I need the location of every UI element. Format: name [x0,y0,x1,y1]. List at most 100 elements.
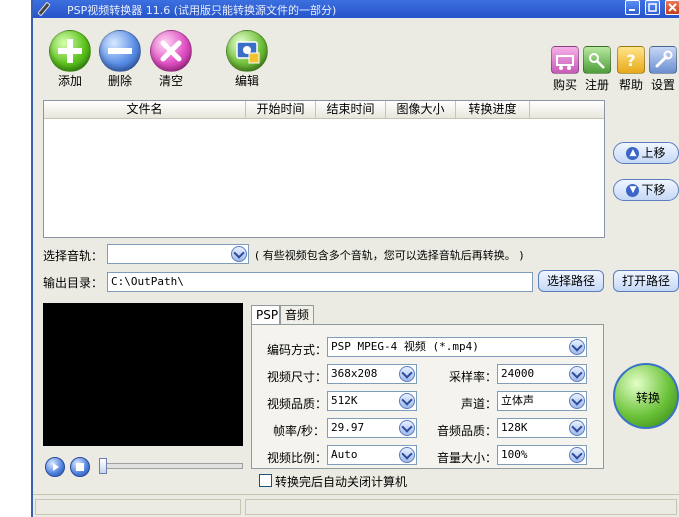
status-segment-right [245,499,677,515]
settings-panel: 编码方式： PSP MPEG-4 视频 (*.mp4) 视频尺寸： 368x20… [251,324,604,469]
clear-button[interactable]: 清空 [149,30,193,89]
stop-button[interactable] [70,457,90,477]
audio-track-select[interactable] [107,244,249,264]
column-start-time[interactable]: 开始时间 [246,101,316,118]
help-icon: ? [617,46,645,74]
audio-quality-select[interactable]: 128K [497,418,587,438]
file-list[interactable]: 文件名 开始时间 结束时间 图像大小 转换进度 [43,100,605,238]
dropdown-arrow-icon [569,366,585,382]
audio-track-label: 选择音轨： [43,249,104,263]
minus-icon [99,30,141,72]
sample-rate-value: 24000 [501,367,535,380]
tab-psp[interactable]: PSP [251,305,280,325]
aspect-label: 视频比例： [267,451,328,465]
edit-button[interactable]: 编辑 [225,30,269,89]
move-down-button[interactable]: ▼ 下移 [613,179,679,201]
shutdown-checkbox[interactable] [259,474,272,487]
wrench-icon [649,46,677,74]
desktop-strip [0,0,31,517]
video-quality-select[interactable]: 512K [327,391,417,411]
register-button[interactable]: 注册 [583,46,611,93]
aspect-select[interactable]: Auto [327,445,417,465]
status-bar [33,494,679,517]
sample-rate-label: 采样率： [449,370,498,384]
cart-icon [551,46,579,74]
video-preview [43,303,243,446]
status-segment-left [35,499,241,515]
channel-select[interactable]: 立体声 [497,391,587,411]
convert-label: 转换 [635,391,660,405]
convert-button[interactable]: 转换 [613,363,679,429]
fps-value: 29.97 [331,421,365,434]
dropdown-arrow-icon [569,393,585,409]
output-path-field[interactable]: C:\OutPath\ [107,272,533,292]
channel-label: 声道： [461,397,498,411]
close-window-button[interactable] [665,0,679,15]
video-quality-value: 512K [331,394,358,407]
encoding-value: PSP MPEG-4 视频 (*.mp4) [331,340,479,353]
settings-button[interactable]: 设置 [649,46,677,93]
client-area: 添加 删除 清空 编辑 购买 注册 ? 帮助 设置 文件名 开始时间 结束时间 … [33,18,679,517]
dropdown-arrow-icon [399,420,415,436]
tab-audio[interactable]: 音频 [280,305,314,325]
edit-label: 编辑 [234,74,259,88]
audio-track-hint: ( 有些视频包含多个音轨，您可以选择音轨后再转换。 ) [255,249,524,262]
fps-select[interactable]: 29.97 [327,418,417,438]
audio-quality-label: 音频品质： [437,424,498,438]
play-button[interactable] [45,457,65,477]
seek-track[interactable] [101,463,243,469]
volume-label: 音量大小： [437,451,498,465]
volume-select[interactable]: 100% [497,445,587,465]
encoding-select[interactable]: PSP MPEG-4 视频 (*.mp4) [327,337,587,357]
add-label: 添加 [57,74,82,88]
buy-button[interactable]: 购买 [551,46,579,93]
key-icon [583,46,611,74]
delete-button[interactable]: 删除 [98,30,142,89]
aspect-value: Auto [331,448,358,461]
help-label: 帮助 [618,78,643,92]
chevron-down-icon: ▼ [626,184,640,197]
app-window: PSP视频转换器 11.6 (试用版只能转换源文件的一部分) 添加 删除 清空 … [0,0,679,517]
column-image-size[interactable]: 图像大小 [386,101,456,118]
volume-value: 100% [501,448,528,461]
column-progress[interactable]: 转换进度 [456,101,530,118]
audio-quality-value: 128K [501,421,528,434]
encoding-label: 编码方式： [267,343,328,357]
move-up-button[interactable]: ▲ 上移 [613,142,679,164]
add-button[interactable]: 添加 [48,30,92,89]
app-pen-icon [37,2,51,16]
clear-x-icon [150,30,192,72]
video-size-select[interactable]: 368x208 [327,364,417,384]
move-up-label: 上移 [641,146,666,160]
open-path-button[interactable]: 打开路径 [613,270,679,292]
channel-value: 立体声 [501,394,534,407]
video-quality-label: 视频品质： [267,397,328,411]
play-icon [53,463,59,471]
settings-label: 设置 [650,78,675,92]
clear-label: 清空 [158,74,183,88]
add-icon [49,30,91,72]
buy-label: 购买 [552,78,577,92]
minimize-icon [629,9,635,11]
stop-icon [76,463,84,471]
video-size-value: 368x208 [331,367,378,380]
column-filename[interactable]: 文件名 [44,101,246,118]
choose-path-button[interactable]: 选择路径 [538,270,604,292]
chevron-up-icon: ▲ [626,147,640,160]
dropdown-arrow-icon [569,339,585,355]
column-end-time[interactable]: 结束时间 [316,101,386,118]
minimize-button[interactable] [625,0,640,15]
dropdown-arrow-icon [569,420,585,436]
file-list-header: 文件名 开始时间 结束时间 图像大小 转换进度 [44,101,604,119]
seek-slider-thumb[interactable] [99,458,107,474]
fps-label: 帧率/秒： [273,424,326,438]
video-size-label: 视频尺寸： [267,370,328,384]
title-bar[interactable]: PSP视频转换器 11.6 (试用版只能转换源文件的一部分) [33,0,679,18]
help-button[interactable]: ? 帮助 [617,46,645,93]
maximize-icon [648,3,657,12]
dropdown-arrow-icon [399,447,415,463]
maximize-button[interactable] [645,0,660,15]
shutdown-checkbox-label: 转换完后自动关闭计算机 [275,475,408,489]
sample-rate-select[interactable]: 24000 [497,364,587,384]
delete-label: 删除 [107,74,132,88]
